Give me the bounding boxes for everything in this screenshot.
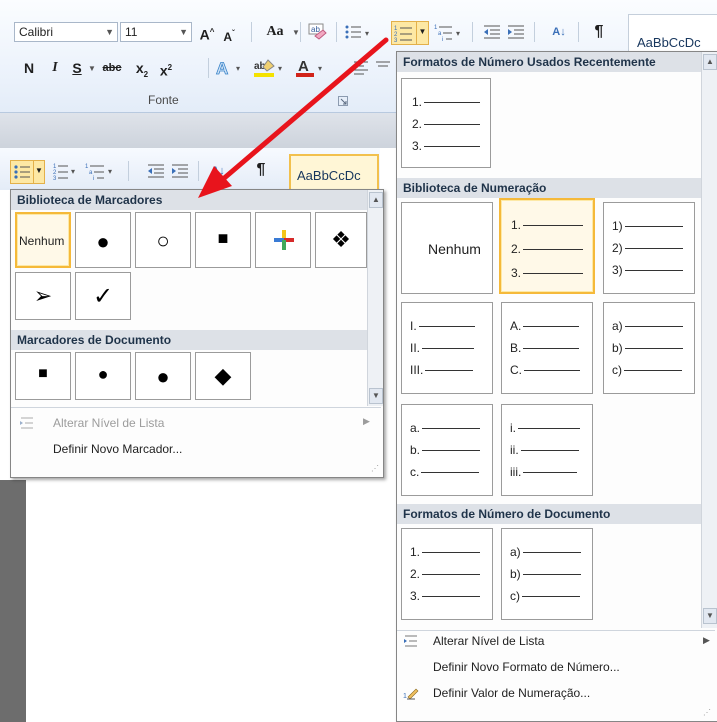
annotation-arrow: [198, 37, 389, 198]
